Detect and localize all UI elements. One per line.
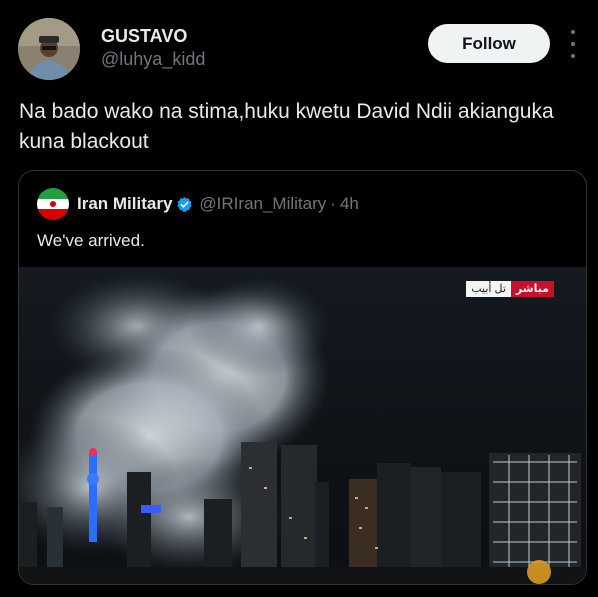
- quoted-tweet-text: We've arrived.: [37, 231, 145, 250]
- city-smoke-night-image: [19, 267, 586, 584]
- quoted-timestamp[interactable]: 4h: [340, 194, 359, 214]
- author-handle[interactable]: @luhya_kidd: [101, 49, 205, 70]
- separator-dot: ·: [330, 194, 336, 213]
- quoted-handle[interactable]: @IRIran_Military: [199, 194, 326, 214]
- live-badge-location: تل أبيب: [466, 281, 511, 297]
- live-badge-label: مباشر: [510, 281, 554, 297]
- user-avatar-image: [18, 18, 80, 80]
- quoted-media-image[interactable]: تل أبيب مباشر: [19, 267, 586, 584]
- author-display-name[interactable]: GUSTAVO: [101, 26, 187, 47]
- tweet-text: Na bado wako na stima,huku kwetu David N…: [19, 100, 554, 153]
- quoted-display-name[interactable]: Iran Military: [77, 194, 172, 214]
- avatar[interactable]: [18, 18, 80, 80]
- more-vertical-icon[interactable]: [566, 30, 580, 58]
- iran-flag-icon[interactable]: [37, 188, 69, 220]
- quoted-tweet-card[interactable]: Iran Military @IRIran_Military · 4h We'v…: [18, 170, 587, 585]
- verified-badge-icon: [177, 196, 193, 212]
- follow-button[interactable]: Follow: [428, 24, 550, 63]
- live-badge: تل أبيب مباشر: [466, 281, 554, 297]
- quoted-tweet-header: Iran Military @IRIran_Military · 4h: [37, 187, 359, 221]
